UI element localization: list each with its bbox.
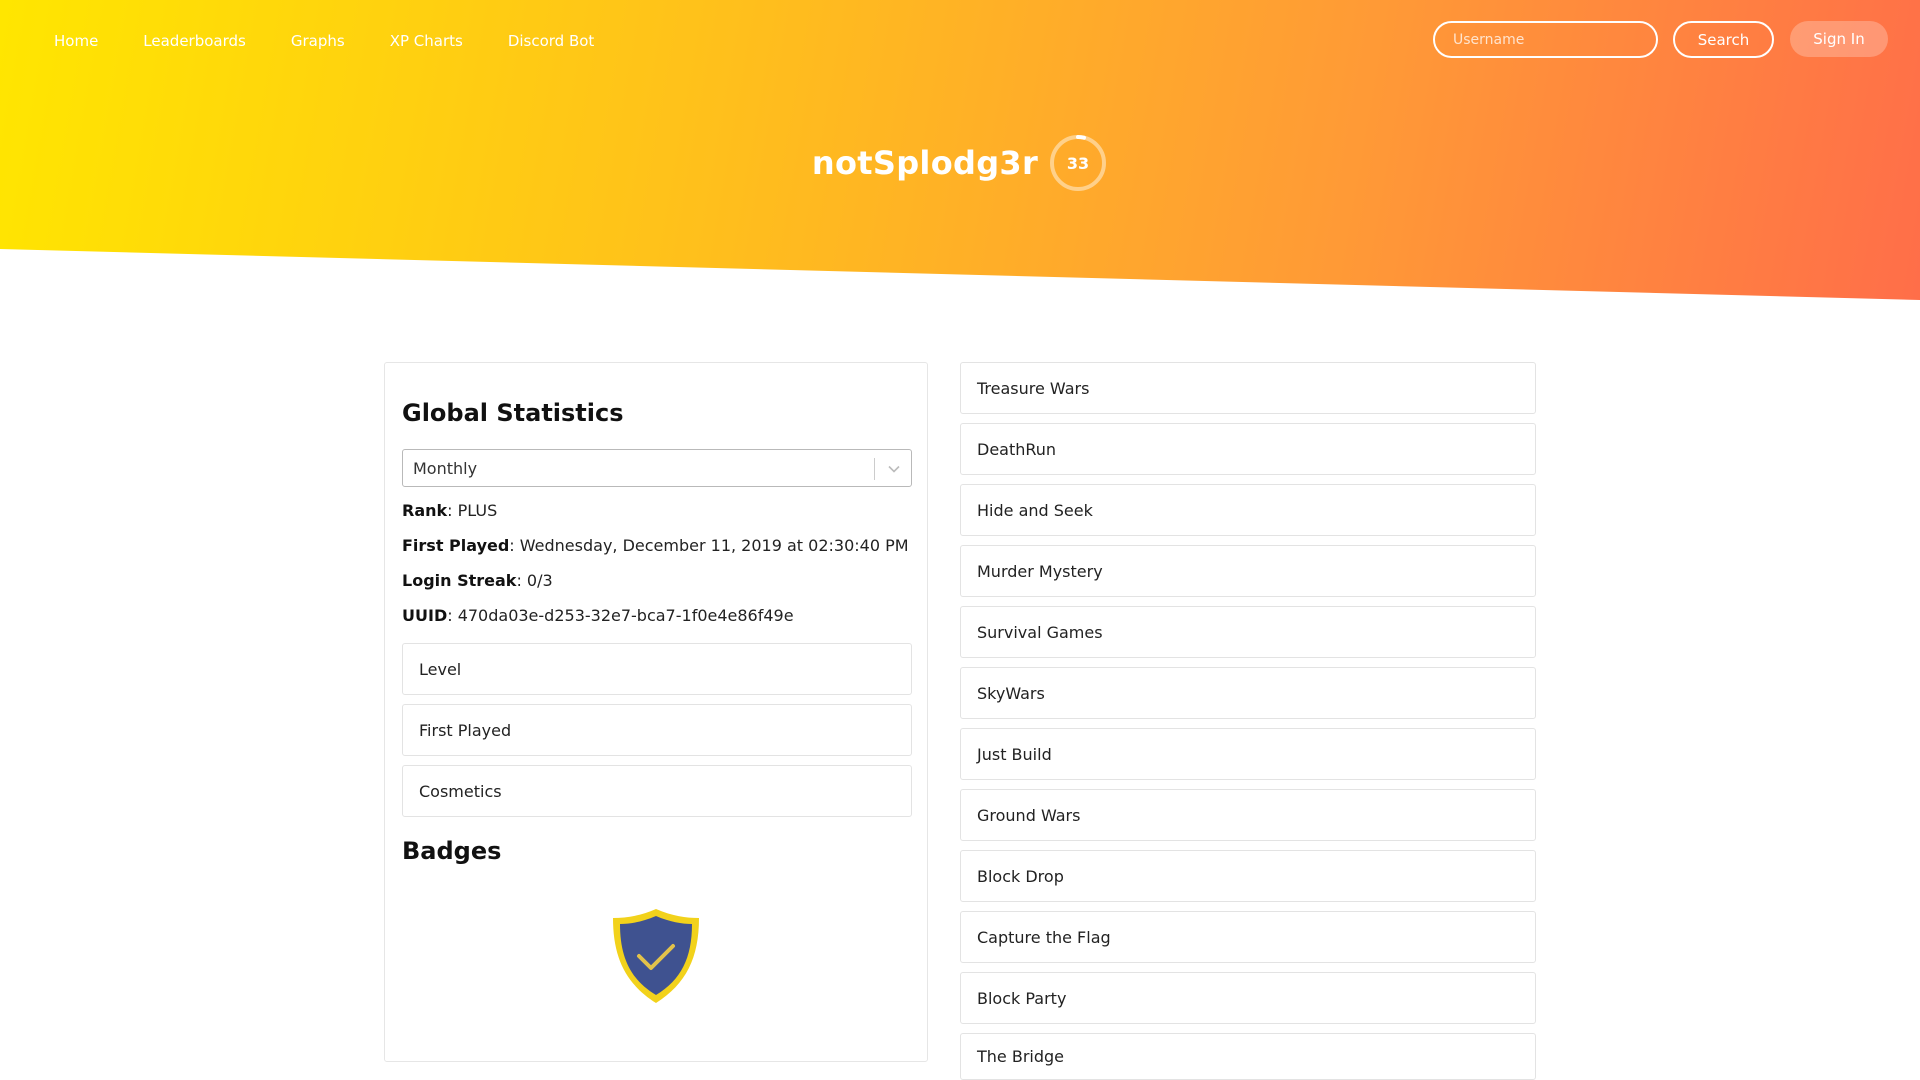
panel-cosmetics[interactable]: Cosmetics [402,765,912,817]
game-item-skywars[interactable]: SkyWars [960,667,1536,719]
game-item-block-drop[interactable]: Block Drop [960,850,1536,902]
stat-uuid-label: UUID [402,606,448,625]
panel-level[interactable]: Level [402,643,912,695]
stat-first-played-value: : Wednesday, December 11, 2019 at 02:30:… [509,536,909,555]
top-nav: Home Leaderboards Graphs XP Charts Disco… [54,30,639,52]
game-item-capture-the-flag[interactable]: Capture the Flag [960,911,1536,963]
player-header: notSplodg3r 33 [0,133,1920,193]
stat-rank: Rank: PLUS [402,501,497,520]
stat-uuid-value: : 470da03e-d253-32e7-bca7-1f0e4e86f49e [447,606,794,625]
game-item-murder-mystery[interactable]: Murder Mystery [960,545,1536,597]
global-statistics-title: Global Statistics [402,399,624,427]
stat-rank-label: Rank [402,501,448,520]
game-item-block-party[interactable]: Block Party [960,972,1536,1024]
panel-first-played[interactable]: First Played [402,704,912,756]
game-item-just-build[interactable]: Just Build [960,728,1536,780]
nav-discord-bot[interactable]: Discord Bot [508,30,595,52]
game-item-the-bridge[interactable]: The Bridge [960,1033,1536,1080]
nav-leaderboards[interactable]: Leaderboards [143,30,246,52]
chevron-down-icon[interactable] [887,462,901,476]
nav-home[interactable]: Home [54,30,98,52]
game-item-ground-wars[interactable]: Ground Wars [960,789,1536,841]
game-item-deathrun[interactable]: DeathRun [960,423,1536,475]
nav-graphs[interactable]: Graphs [291,30,345,52]
stat-first-played: First Played: Wednesday, December 11, 20… [402,536,909,555]
stat-login-streak-value: : 0/3 [516,571,553,590]
search-button[interactable]: Search [1673,21,1774,58]
player-name: notSplodg3r [811,144,1039,182]
level-ring: 33 [1048,133,1108,193]
username-search-input[interactable] [1433,21,1658,58]
stat-login-streak: Login Streak: 0/3 [402,571,553,590]
verified-shield-icon [613,909,699,1003]
nav-xp-charts[interactable]: XP Charts [390,30,463,52]
player-level: 33 [1066,153,1090,173]
stat-rank-value: : PLUS [447,501,498,520]
badges-title: Badges [402,837,502,865]
game-item-hide-and-seek[interactable]: Hide and Seek [960,484,1536,536]
stat-uuid: UUID: 470da03e-d253-32e7-bca7-1f0e4e86f4… [402,606,794,625]
game-item-survival-games[interactable]: Survival Games [960,606,1536,658]
select-divider [874,458,875,480]
period-select-value: Monthly [413,458,478,478]
global-statistics-card: Global Statistics Monthly Rank: PLUS Fir… [384,362,928,1062]
sign-in-button[interactable]: Sign In [1790,21,1888,57]
stat-first-played-label: First Played [402,536,510,555]
stat-login-streak-label: Login Streak [402,571,517,590]
period-select[interactable]: Monthly [402,449,912,487]
game-item-treasure-wars[interactable]: Treasure Wars [960,362,1536,414]
